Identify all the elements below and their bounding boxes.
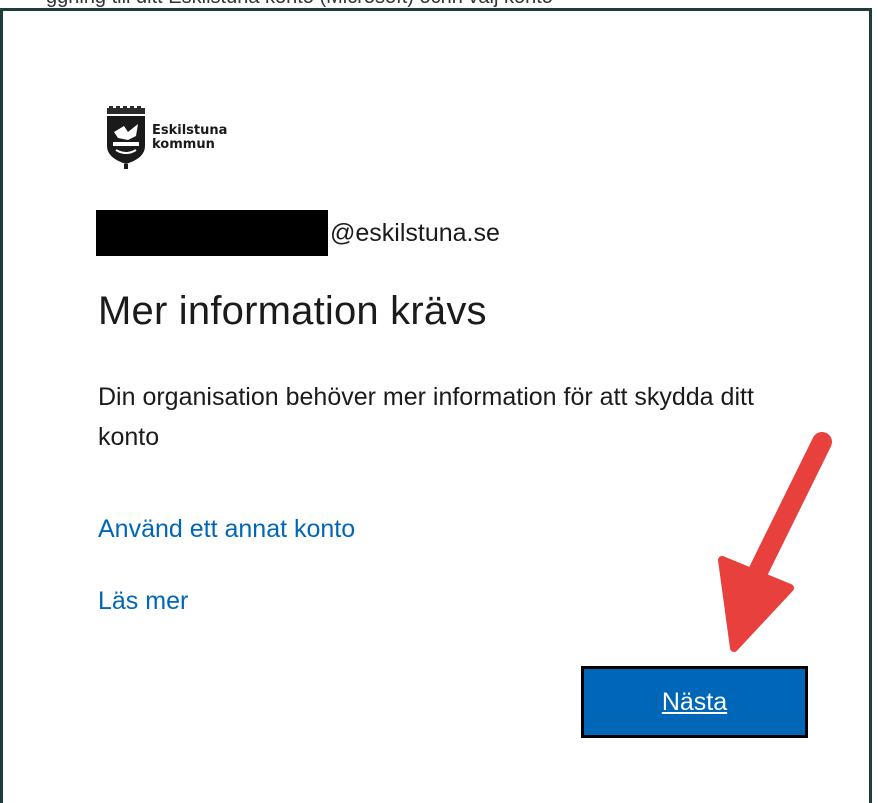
screenshot-viewport: ggning till ditt Eskilstuna konto (Micro… [0, 0, 878, 803]
sign-in-dialog: Eskilstuna kommun @eskilstuna.se Mer inf… [0, 8, 872, 803]
use-other-account-link[interactable]: Använd ett annat konto [98, 515, 355, 544]
logo-line-2: kommun [152, 137, 215, 152]
learn-more-link[interactable]: Läs mer [98, 587, 188, 616]
logo-line-1: Eskilstuna [152, 123, 228, 138]
organization-logo: Eskilstuna kommun [104, 106, 227, 170]
cropped-instruction-text: ggning till ditt Eskilstuna konto (Micro… [0, 0, 878, 8]
description-text: Din organisation behöver mer information… [98, 383, 754, 451]
account-identity: @eskilstuna.se [96, 209, 500, 257]
red-arrow-annotation [718, 432, 832, 652]
next-button[interactable]: Nästa [581, 666, 808, 738]
page-title: Mer information krävs [98, 289, 487, 333]
logo-wordmark: Eskilstuna kommun [152, 124, 227, 152]
crest-icon [107, 106, 145, 169]
redacted-username [96, 210, 328, 256]
instruction-text: ggning till ditt Eskilstuna konto (Micro… [46, 0, 553, 8]
account-domain: @eskilstuna.se [330, 218, 500, 247]
